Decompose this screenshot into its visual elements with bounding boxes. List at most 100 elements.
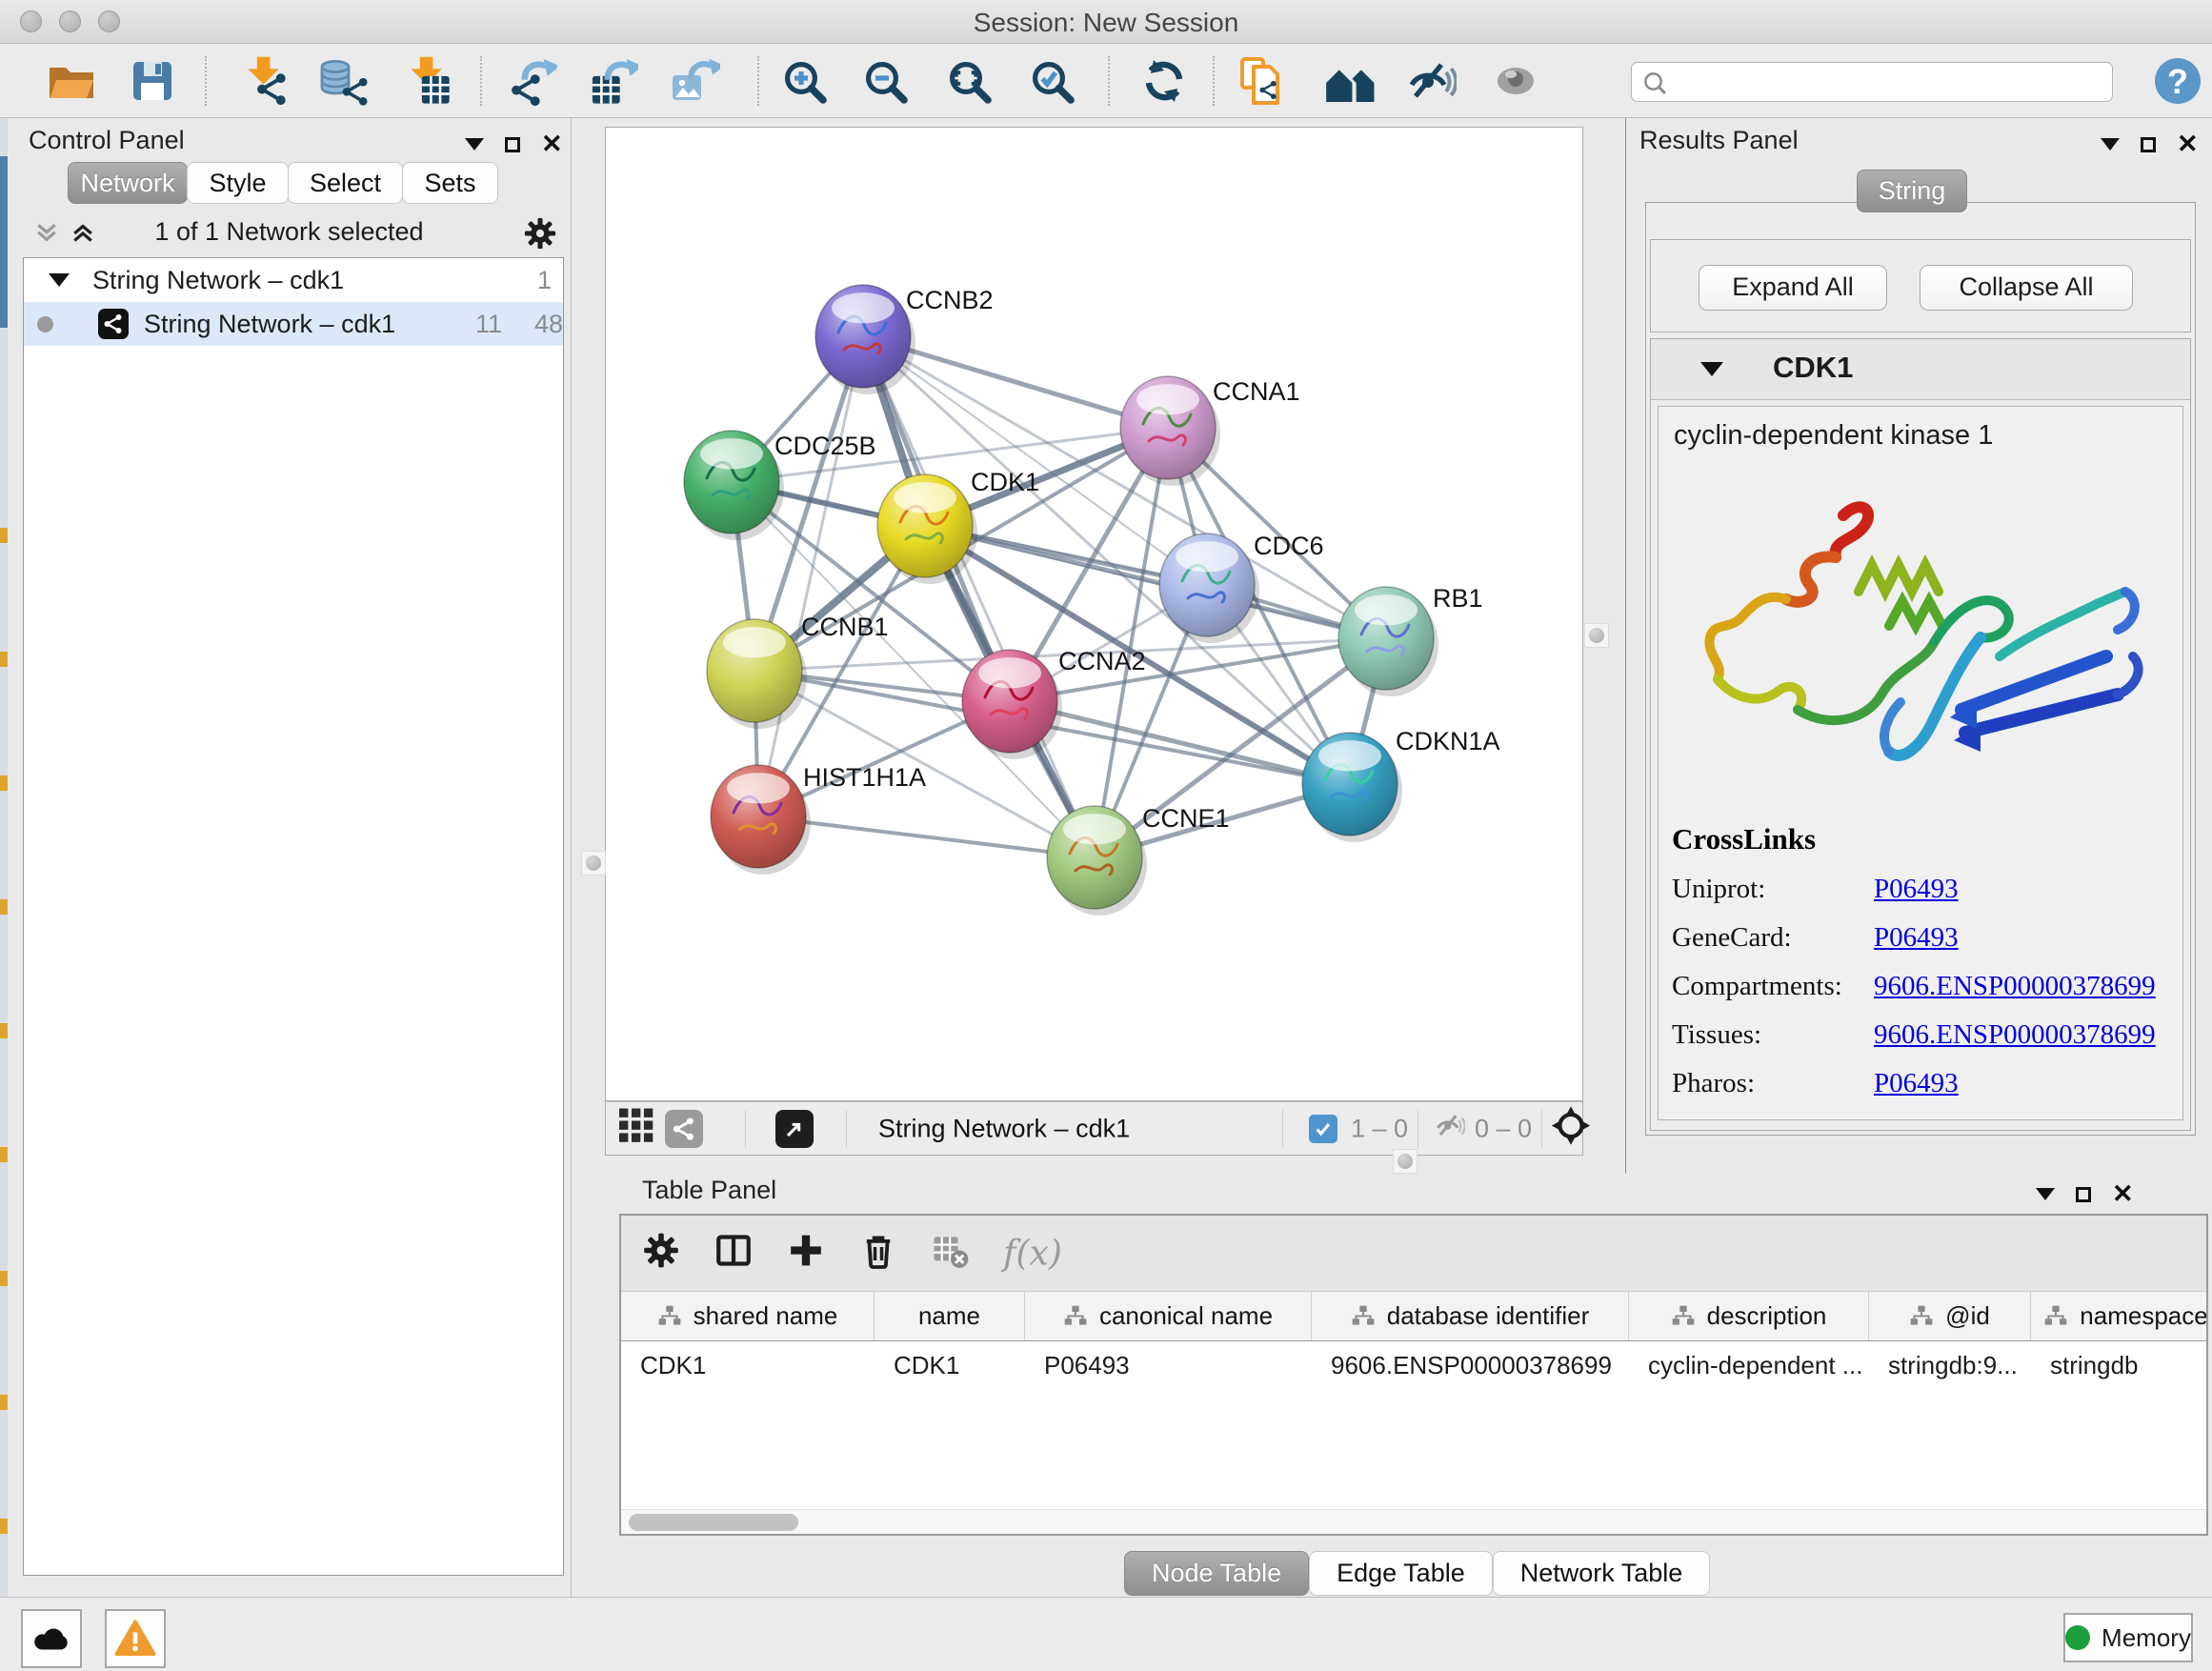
- table-row[interactable]: CDK1CDK1P064939606.ENSP00000378699cyclin…: [621, 1341, 2206, 1509]
- cloud-status-button[interactable]: [21, 1609, 82, 1668]
- panel-close-icon[interactable]: ✕: [2177, 131, 2199, 157]
- function-builder-fx[interactable]: f(x): [1003, 1234, 1062, 1273]
- table-horizontal-scrollbar[interactable]: [621, 1509, 2206, 1534]
- panel-float-icon[interactable]: [2141, 137, 2156, 152]
- tab-select[interactable]: Select: [288, 162, 403, 204]
- zoom-fit-icon[interactable]: [941, 53, 996, 109]
- export-image-icon[interactable]: [666, 53, 721, 109]
- zoom-selected-icon[interactable]: [1024, 53, 1079, 109]
- network-canvas[interactable]: CCNB2CCNA1CDC25BCDK1CDC6RB1CCNB1CCNA2CDK…: [605, 127, 1583, 1101]
- fit-crosshair-icon[interactable]: [1551, 1105, 1591, 1152]
- import-table-file-icon[interactable]: [399, 53, 454, 109]
- tab-node-table[interactable]: Node Table: [1124, 1551, 1309, 1596]
- node-CDC25B[interactable]: [684, 431, 784, 540]
- export-network-icon[interactable]: [503, 53, 558, 109]
- grid-view-icon[interactable]: [619, 1108, 654, 1149]
- node-CDC6[interactable]: [1159, 534, 1259, 643]
- cell-canonical-name[interactable]: P06493: [1025, 1341, 1312, 1509]
- node-HIST1H1A[interactable]: [711, 765, 811, 875]
- cell-@id[interactable]: stringdb:9...: [1869, 1341, 2031, 1509]
- crosslink-link[interactable]: P06493: [1874, 922, 1959, 954]
- hide-selected-icon[interactable]: [1402, 53, 1458, 109]
- collapse-all-button[interactable]: Collapse All: [1920, 265, 2133, 311]
- warnings-button[interactable]: [105, 1609, 166, 1668]
- node-RB1[interactable]: [1338, 587, 1438, 696]
- show-columns-icon[interactable]: [714, 1230, 754, 1277]
- show-all-icon[interactable]: [1488, 53, 1543, 109]
- tab-network-table[interactable]: Network Table: [1493, 1551, 1711, 1596]
- export-table-icon[interactable]: [584, 53, 639, 109]
- table-options-gear-icon[interactable]: [641, 1230, 681, 1277]
- cell-name[interactable]: CDK1: [875, 1341, 1025, 1509]
- crosslink-link[interactable]: 9606.ENSP00000378699: [1874, 971, 2156, 1002]
- panel-float-icon[interactable]: [2076, 1187, 2091, 1202]
- hidden-eye-icon[interactable]: [1433, 1109, 1465, 1148]
- zoom-in-icon[interactable]: [776, 53, 832, 109]
- gene-section-header[interactable]: CDK1: [1651, 339, 2190, 400]
- node-CCNB2[interactable]: [815, 285, 915, 394]
- cell-description[interactable]: cyclin-dependent ...: [1629, 1341, 1869, 1509]
- network-row[interactable]: String Network – cdk1 11 48: [24, 302, 563, 346]
- network-graph[interactable]: CCNB2CCNA1CDC25BCDK1CDC6RB1CCNB1CCNA2CDK…: [606, 128, 1582, 1100]
- crosslink-link[interactable]: P06493: [1874, 1068, 1959, 1099]
- right-splitter-handle[interactable]: [1584, 623, 1609, 648]
- tab-string[interactable]: String: [1857, 170, 1967, 212]
- column-header-canonical-name[interactable]: canonical name: [1025, 1292, 1312, 1340]
- panel-collapse-icon[interactable]: [2101, 138, 2120, 151]
- string-view-icon[interactable]: [665, 1110, 703, 1148]
- left-splitter-handle[interactable]: [581, 851, 606, 876]
- selected-checkbox-icon[interactable]: [1309, 1115, 1337, 1143]
- first-neighbors-icon[interactable]: [1321, 53, 1377, 109]
- network-collection-row[interactable]: String Network – cdk1 1: [24, 258, 563, 302]
- crosslink-link[interactable]: P06493: [1874, 874, 1959, 905]
- scrollbar-thumb[interactable]: [629, 1514, 798, 1531]
- delete-column-trash-icon[interactable]: [858, 1230, 898, 1277]
- collection-expand-caret-icon[interactable]: [49, 273, 70, 287]
- node-CCNA2[interactable]: [962, 650, 1062, 759]
- delete-table-icon[interactable]: [932, 1231, 970, 1276]
- panel-collapse-icon[interactable]: [2036, 1188, 2055, 1200]
- panel-float-icon[interactable]: [505, 137, 520, 152]
- column-header-database-identifier[interactable]: database identifier: [1312, 1292, 1629, 1340]
- clone-network-icon[interactable]: [1236, 53, 1291, 109]
- panel-collapse-icon[interactable]: [465, 138, 484, 151]
- column-header-description[interactable]: description: [1629, 1292, 1869, 1340]
- tab-edge-table[interactable]: Edge Table: [1309, 1551, 1493, 1596]
- shared-column-icon: [1351, 1304, 1376, 1329]
- zoom-out-icon[interactable]: [857, 53, 913, 109]
- edge-CCNB2-HIST1H1A[interactable]: [758, 336, 863, 816]
- create-column-plus-icon[interactable]: [787, 1231, 825, 1276]
- node-CDK1[interactable]: [877, 474, 977, 584]
- import-network-database-icon[interactable]: [315, 53, 371, 109]
- expand-all-button[interactable]: Expand All: [1699, 265, 1887, 311]
- cell-namespace[interactable]: stringdb: [2031, 1341, 2206, 1509]
- cell-shared-name[interactable]: CDK1: [621, 1341, 875, 1509]
- network-options-gear-icon[interactable]: [522, 215, 558, 252]
- column-header-name[interactable]: name: [875, 1292, 1025, 1340]
- column-header-@id[interactable]: @id: [1869, 1292, 2031, 1340]
- column-header-namespace[interactable]: namespace: [2031, 1292, 2206, 1340]
- panel-close-icon[interactable]: ✕: [2112, 1181, 2134, 1207]
- import-network-file-icon[interactable]: [236, 53, 292, 109]
- column-header-shared-name[interactable]: shared name: [621, 1292, 875, 1340]
- node-CCNE1[interactable]: [1047, 806, 1147, 916]
- gene-collapse-caret-icon[interactable]: [1700, 362, 1723, 376]
- bottom-splitter-handle[interactable]: [1393, 1149, 1418, 1174]
- node-CDKN1A[interactable]: [1302, 733, 1402, 842]
- cell-database-identifier[interactable]: 9606.ENSP00000378699: [1312, 1341, 1629, 1509]
- help-icon[interactable]: ?: [2150, 53, 2205, 109]
- crosslink-link[interactable]: 9606.ENSP00000378699: [1874, 1019, 2156, 1051]
- panel-close-icon[interactable]: ✕: [541, 131, 563, 157]
- memory-button[interactable]: Memory: [2063, 1613, 2193, 1662]
- open-session-icon[interactable]: [44, 53, 99, 109]
- toolbar-separator: [1213, 56, 1215, 106]
- save-session-icon[interactable]: [125, 53, 180, 109]
- refresh-icon[interactable]: [1136, 53, 1192, 109]
- tab-style[interactable]: Style: [187, 162, 289, 204]
- birdseye-view-icon[interactable]: [775, 1110, 814, 1148]
- search-box[interactable]: [1631, 62, 2113, 102]
- node-CCNA1[interactable]: [1120, 376, 1220, 486]
- search-input[interactable]: [1676, 65, 2104, 99]
- tab-network[interactable]: Network: [68, 162, 188, 204]
- tab-sets[interactable]: Sets: [402, 162, 498, 204]
